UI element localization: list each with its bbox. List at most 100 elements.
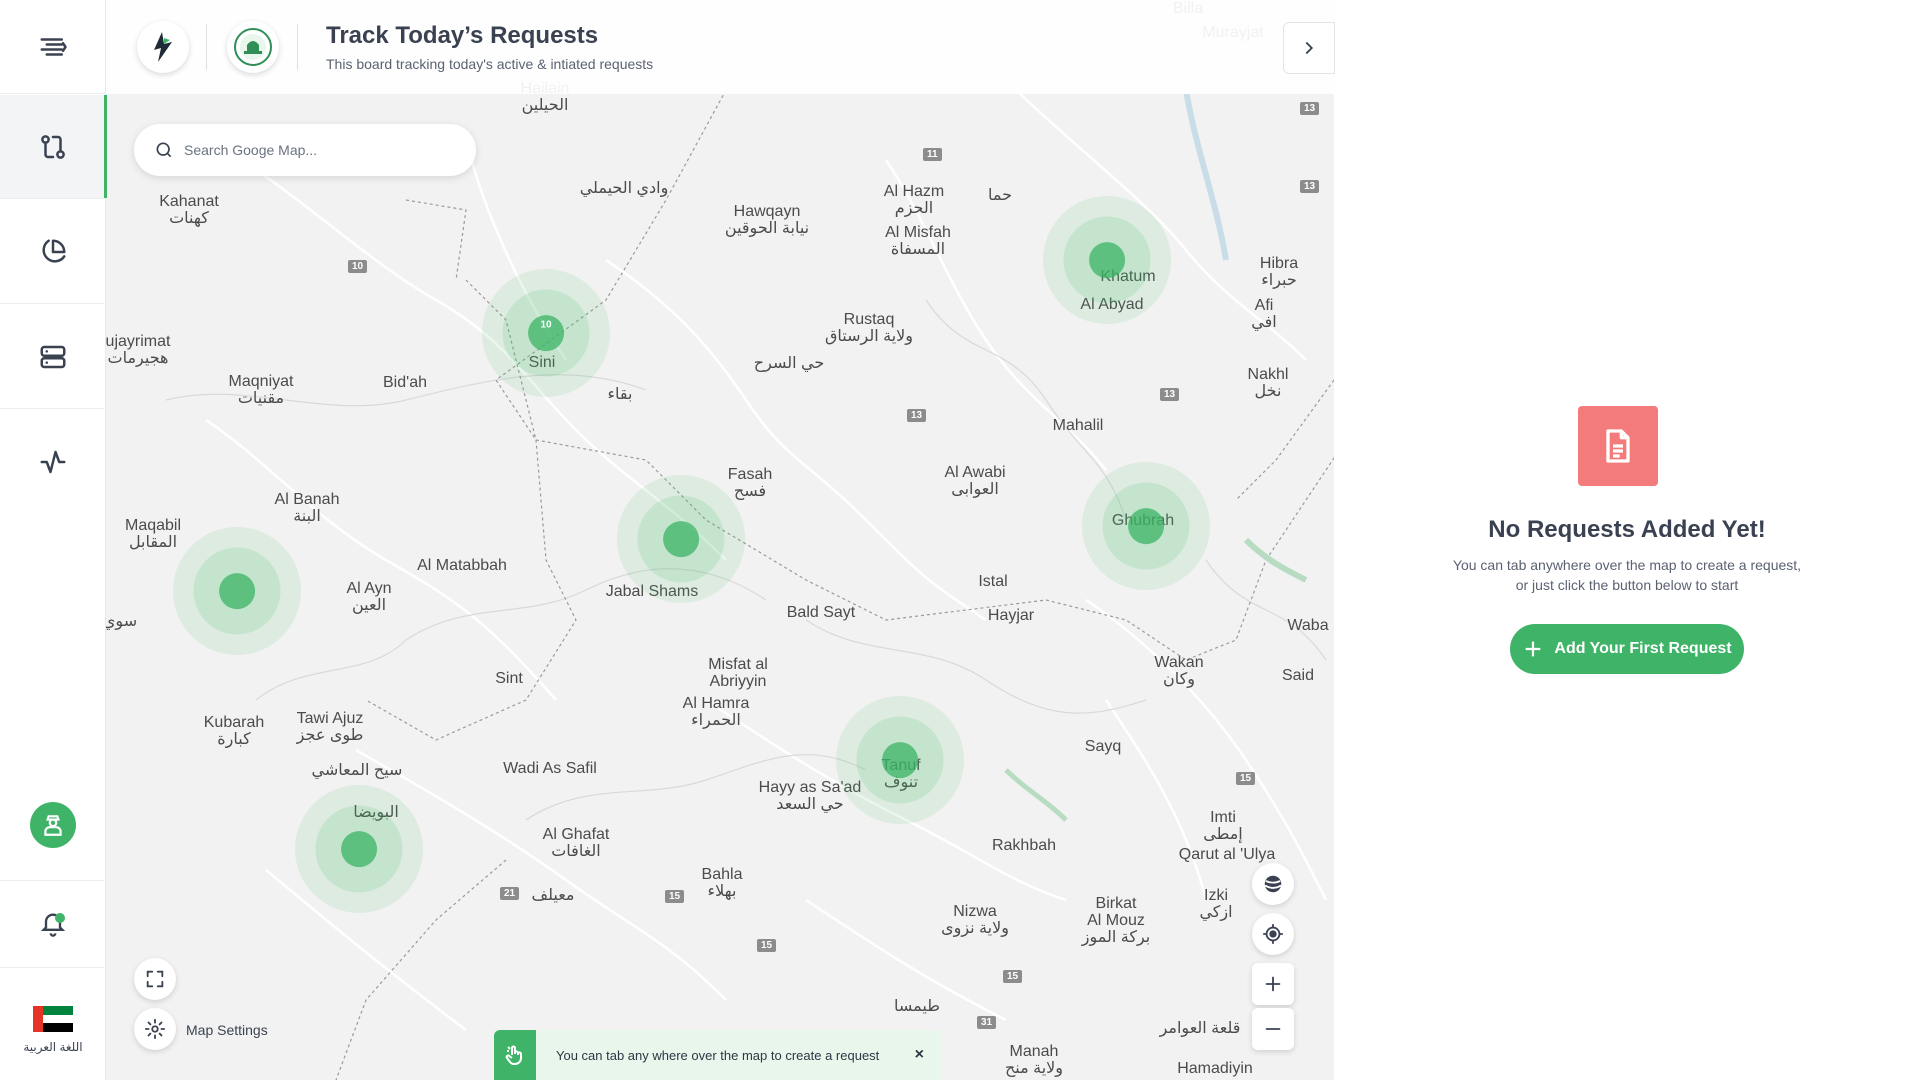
map-place-label: Hayjar xyxy=(987,607,1035,624)
empty-state-icon xyxy=(1578,406,1658,486)
map-place-label: Misfat al Abriyyin xyxy=(708,656,768,690)
map-place-label: Afi افي xyxy=(1251,297,1277,331)
cluster-label: 10 xyxy=(540,319,552,331)
language-label: اللغة العربية xyxy=(23,1040,83,1054)
map-settings-label[interactable]: Map Settings xyxy=(186,1022,268,1038)
map-place-label: Qarut al 'Ulya xyxy=(1178,846,1276,863)
request-cluster-marker[interactable] xyxy=(173,527,301,655)
map-place-label: سيح المعاشي xyxy=(311,762,403,779)
emblem-icon xyxy=(234,28,272,66)
map-place-label: Al Misfah المسفاة xyxy=(885,224,951,258)
map-place-label: سوي xyxy=(106,613,138,630)
language-switch[interactable]: اللغة العربية xyxy=(0,990,106,1070)
zoom-out-button[interactable] xyxy=(1252,1008,1294,1050)
notification-dot xyxy=(55,913,65,923)
map-place-label: Al Matabbah xyxy=(417,557,507,574)
map-place-label: Imti إمطى xyxy=(1203,809,1243,843)
sidebar-item-records[interactable] xyxy=(0,305,106,409)
map-place-label: Kahanat كهنات xyxy=(159,193,219,227)
page-header: Track Today’s Requests This board tracki… xyxy=(106,0,1334,94)
map-place-label: Al Ayn العين xyxy=(346,580,392,614)
map-place-label: Tawi Ajuz طوى عجز xyxy=(296,710,364,744)
empty-state-title: No Requests Added Yet! xyxy=(1488,516,1766,543)
map-place-label: Sint xyxy=(495,670,523,687)
map-place-label: Istal xyxy=(978,573,1008,590)
app-logo[interactable] xyxy=(137,21,189,73)
minus-icon xyxy=(1265,1028,1281,1030)
map-type-button[interactable] xyxy=(1252,863,1294,905)
map-place-label: Al Banah البنة xyxy=(274,491,340,525)
map-search[interactable] xyxy=(134,124,476,176)
map-place-label: Nizwa ولاية نزوى xyxy=(941,903,1009,937)
road-number-shield: 13 xyxy=(907,409,927,422)
road-number-shield: 13 xyxy=(1300,180,1320,193)
road-number-shield: 21 xyxy=(500,887,520,900)
requests-panel: No Requests Added Yet! You can tab anywh… xyxy=(1334,0,1920,1080)
map-place-label: Kubarah كبارة xyxy=(203,714,265,748)
road-number-shield: 15 xyxy=(757,939,777,952)
map-place-label: Nakhl نخل xyxy=(1247,366,1289,400)
map-place-label: Manah ولاية منح xyxy=(1004,1043,1064,1077)
road-number-shield: 10 xyxy=(348,260,368,273)
document-icon xyxy=(1606,429,1630,463)
map-place-label: Fasah فسح xyxy=(727,466,773,500)
sidebar-item-requests[interactable] xyxy=(0,95,107,199)
request-cluster-marker[interactable] xyxy=(836,696,964,824)
collapse-panel-button[interactable] xyxy=(1283,22,1335,74)
map-place-label: ujayrimat هجيرمات xyxy=(106,333,171,367)
search-input[interactable] xyxy=(184,142,464,158)
authority-emblem[interactable] xyxy=(227,21,279,73)
globe-icon xyxy=(1264,875,1282,893)
map-place-label: Maqabil المقابل xyxy=(124,517,182,551)
map-place-label: Al Hamra الحمراء xyxy=(682,695,750,729)
my-location-button[interactable] xyxy=(1252,913,1294,955)
toast-text: You can tab any where over the map to cr… xyxy=(556,1047,880,1063)
git-compare-icon xyxy=(41,134,65,159)
menu-icon xyxy=(40,37,67,56)
server-icon xyxy=(40,345,66,368)
gear-icon xyxy=(144,1018,166,1040)
map-settings-button[interactable] xyxy=(134,1008,176,1050)
search-icon xyxy=(156,142,172,158)
map-place-label: Wadi As Safil xyxy=(503,760,597,777)
user-avatar[interactable] xyxy=(30,802,76,848)
uae-flag-icon xyxy=(33,1006,73,1033)
hint-toast: You can tab any where over the map to cr… xyxy=(494,1030,942,1080)
map-place-label: Birkat Al Mouz بركة الموز xyxy=(1081,895,1151,946)
map-place-label: قلعة العوامر xyxy=(1159,1020,1241,1037)
map-place-label: Wakan وكان xyxy=(1154,654,1204,688)
map-place-label: Al Ghafat الغافات xyxy=(542,826,610,860)
map-place-label: معيلف xyxy=(531,887,575,904)
map-place-label: Rakhbah xyxy=(991,837,1057,854)
map-place-label: Bald Sayt xyxy=(786,604,856,621)
tap-hand-icon xyxy=(505,1045,522,1065)
map-place-label: حما xyxy=(987,187,1013,204)
menu-toggle-button[interactable] xyxy=(0,0,106,94)
map-place-label: Mahalil xyxy=(1052,417,1104,434)
sidebar-item-statistics[interactable] xyxy=(0,200,106,304)
user-officer-icon xyxy=(44,815,62,836)
request-cluster-marker[interactable] xyxy=(295,785,423,913)
request-cluster-marker[interactable]: 10 xyxy=(482,269,610,397)
request-cluster-marker[interactable] xyxy=(1082,462,1210,590)
app-logo-icon xyxy=(154,32,172,62)
crosshair-icon xyxy=(1262,923,1284,945)
map-place-label: Hibra حبراء xyxy=(1259,255,1299,289)
request-cluster-marker[interactable] xyxy=(617,475,745,603)
sidebar-item-activity[interactable] xyxy=(0,410,106,514)
map-place-label: Bahla بهلاء xyxy=(701,866,743,900)
plus-icon xyxy=(1265,976,1281,992)
map-place-label: Rustaq ولاية الرستاق xyxy=(825,311,913,345)
chevron-right-icon xyxy=(1305,41,1314,55)
fullscreen-button[interactable] xyxy=(134,958,176,1000)
road-number-shield: 15 xyxy=(1003,970,1023,983)
map-place-label: Al Hazm الحزم xyxy=(883,183,945,217)
road-number-shield: 31 xyxy=(977,1016,997,1029)
notifications-button[interactable] xyxy=(0,880,106,968)
map-place-label: حي السرح xyxy=(753,355,825,372)
request-cluster-marker[interactable] xyxy=(1043,196,1171,324)
map-place-label: بقاء xyxy=(607,386,633,403)
zoom-in-button[interactable] xyxy=(1252,963,1294,1005)
toast-close-button[interactable]: × xyxy=(915,1046,924,1064)
add-first-request-button[interactable]: Add Your First Request xyxy=(1510,624,1744,674)
